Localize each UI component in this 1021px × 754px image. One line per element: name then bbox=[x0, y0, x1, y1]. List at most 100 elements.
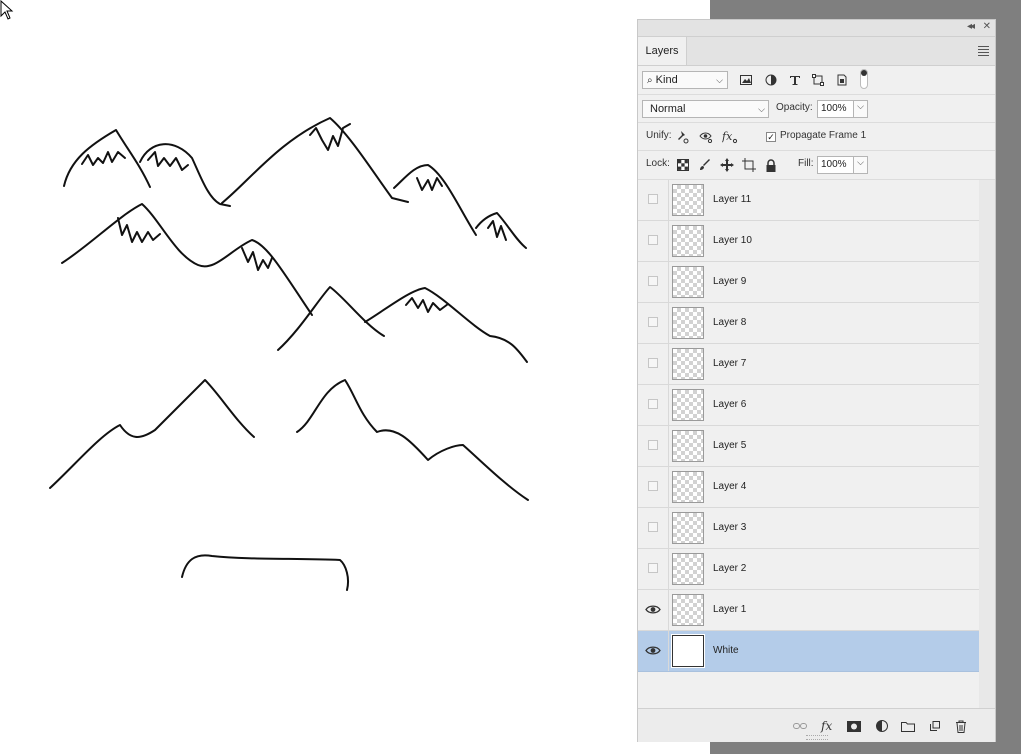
panel-footer: fx bbox=[638, 708, 995, 742]
filter-kind-select[interactable]: ⌕ Kind ⌵ bbox=[642, 71, 728, 89]
layer-name[interactable]: White bbox=[713, 631, 739, 671]
unify-visibility-icon[interactable] bbox=[699, 130, 713, 144]
layer-name[interactable]: Layer 5 bbox=[713, 426, 746, 466]
layer-visibility-toggle[interactable] bbox=[638, 385, 669, 425]
layer-name[interactable]: Layer 6 bbox=[713, 385, 746, 425]
layer-visibility-toggle[interactable] bbox=[638, 180, 669, 220]
layer-visibility-toggle[interactable] bbox=[638, 590, 669, 630]
layer-visibility-toggle[interactable] bbox=[638, 508, 669, 548]
layer-list: Layer 11 Layer 10 Layer 9 Layer 8 Layer 7 Lay… bbox=[638, 180, 979, 708]
layer-row[interactable]: Layer 2 bbox=[638, 549, 979, 590]
image-filter-icon[interactable] bbox=[739, 73, 753, 87]
layer-row[interactable]: Layer 5 bbox=[638, 426, 979, 467]
layer-visibility-toggle[interactable] bbox=[638, 631, 669, 671]
lock-transparent-pixels-icon[interactable] bbox=[676, 158, 690, 172]
lock-row: Lock: Fill: 100% ⌵ bbox=[638, 150, 995, 180]
panel-menu-icon[interactable] bbox=[978, 46, 989, 58]
chevron-down-icon: ⌵ bbox=[857, 101, 864, 111]
unify-row: Unify: fx ✓ Propagate Frame 1 bbox=[638, 122, 995, 151]
smart-object-filter-icon[interactable] bbox=[835, 73, 849, 87]
new-group-icon[interactable] bbox=[900, 719, 916, 733]
layer-name[interactable]: Layer 3 bbox=[713, 508, 746, 548]
document-canvas[interactable] bbox=[0, 0, 710, 754]
lock-position-icon[interactable] bbox=[720, 158, 734, 172]
hidden-visibility-box bbox=[648, 522, 658, 532]
opacity-dropdown[interactable]: ⌵ bbox=[854, 100, 868, 118]
unify-position-icon[interactable] bbox=[676, 130, 690, 144]
fill-dropdown[interactable]: ⌵ bbox=[854, 156, 868, 174]
unify-style-icon[interactable]: fx bbox=[722, 130, 738, 144]
layer-thumbnail bbox=[672, 594, 704, 626]
hidden-visibility-box bbox=[648, 276, 658, 286]
lock-label: Lock: bbox=[646, 158, 670, 169]
adjustment-filter-icon[interactable] bbox=[764, 73, 778, 87]
layer-name[interactable]: Layer 11 bbox=[713, 180, 751, 220]
layer-row[interactable]: Layer 7 bbox=[638, 344, 979, 385]
layer-row[interactable]: Layer 1 bbox=[638, 590, 979, 631]
delete-layer-icon[interactable] bbox=[953, 719, 969, 733]
blend-mode-select[interactable]: Normal ⌵ bbox=[642, 100, 769, 118]
chevron-down-icon: ⌵ bbox=[857, 157, 864, 167]
new-fill-adjustment-icon[interactable] bbox=[874, 719, 890, 733]
lock-artboard-icon[interactable] bbox=[742, 158, 756, 172]
layer-list-scrollbar[interactable] bbox=[979, 180, 995, 708]
panel-resize-grip[interactable] bbox=[806, 735, 828, 740]
layer-thumbnail bbox=[672, 512, 704, 544]
layer-visibility-toggle[interactable] bbox=[638, 344, 669, 384]
layer-visibility-toggle[interactable] bbox=[638, 426, 669, 466]
layer-visibility-toggle[interactable] bbox=[638, 467, 669, 507]
shape-filter-icon[interactable] bbox=[811, 73, 825, 87]
hidden-visibility-box bbox=[648, 440, 658, 450]
layer-row[interactable]: Layer 9 bbox=[638, 262, 979, 303]
layer-thumbnail bbox=[672, 225, 704, 257]
new-layer-icon[interactable] bbox=[927, 719, 943, 733]
propagate-frame-label: Propagate Frame 1 bbox=[780, 130, 867, 141]
layer-thumbnail bbox=[672, 389, 704, 421]
add-mask-icon[interactable] bbox=[846, 719, 862, 733]
layer-name[interactable]: Layer 4 bbox=[713, 467, 746, 507]
layer-row[interactable]: Layer 3 bbox=[638, 508, 979, 549]
layer-row[interactable]: White bbox=[638, 631, 979, 672]
opacity-label: Opacity: bbox=[776, 102, 813, 113]
hidden-visibility-box bbox=[648, 235, 658, 245]
hidden-visibility-box bbox=[648, 481, 658, 491]
layer-name[interactable]: Layer 2 bbox=[713, 549, 746, 589]
layer-visibility-toggle[interactable] bbox=[638, 549, 669, 589]
fill-label: Fill: bbox=[798, 158, 814, 169]
lock-all-icon[interactable] bbox=[764, 158, 778, 172]
panel-title-bar[interactable]: ◂◂ ✕ bbox=[638, 20, 995, 37]
propagate-frame-checkbox[interactable]: ✓ bbox=[766, 132, 776, 142]
layer-row[interactable]: Layer 4 bbox=[638, 467, 979, 508]
layer-name[interactable]: Layer 1 bbox=[713, 590, 746, 630]
link-layers-icon[interactable] bbox=[792, 719, 808, 733]
layer-row[interactable]: Layer 6 bbox=[638, 385, 979, 426]
chevron-down-icon: ⌵ bbox=[716, 75, 723, 85]
layer-row[interactable]: Layer 11 bbox=[638, 180, 979, 221]
layer-row[interactable]: Layer 8 bbox=[638, 303, 979, 344]
close-panel-icon[interactable]: ✕ bbox=[983, 21, 991, 33]
layer-visibility-toggle[interactable] bbox=[638, 262, 669, 302]
collapse-panel-icon[interactable]: ◂◂ bbox=[967, 21, 975, 33]
tab-layers[interactable]: Layers bbox=[638, 37, 687, 65]
layer-name[interactable]: Layer 10 bbox=[713, 221, 752, 261]
unify-label: Unify: bbox=[646, 130, 672, 141]
type-filter-icon[interactable] bbox=[788, 73, 802, 87]
layer-visibility-toggle[interactable] bbox=[638, 303, 669, 343]
opacity-field[interactable]: 100% bbox=[817, 100, 854, 118]
layer-visibility-toggle[interactable] bbox=[638, 221, 669, 261]
layer-name[interactable]: Layer 9 bbox=[713, 262, 746, 302]
add-layer-style-icon[interactable]: fx bbox=[820, 719, 836, 733]
layer-row[interactable]: Layer 10 bbox=[638, 221, 979, 262]
layer-name[interactable]: Layer 8 bbox=[713, 303, 746, 343]
lock-image-pixels-icon[interactable] bbox=[698, 158, 712, 172]
filter-toggle[interactable] bbox=[860, 69, 868, 89]
chevron-down-icon: ⌵ bbox=[758, 104, 765, 114]
layers-panel: ◂◂ ✕ Layers ⌕ Kind ⌵ Normal ⌵ Opacity: 1… bbox=[637, 19, 996, 742]
search-icon: ⌕ bbox=[647, 75, 653, 86]
eye-icon bbox=[645, 605, 661, 614]
fill-field[interactable]: 100% bbox=[817, 156, 854, 174]
hidden-visibility-box bbox=[648, 358, 658, 368]
mountain-sketch bbox=[49, 117, 529, 591]
layer-name[interactable]: Layer 7 bbox=[713, 344, 746, 384]
layer-thumbnail bbox=[672, 184, 704, 216]
